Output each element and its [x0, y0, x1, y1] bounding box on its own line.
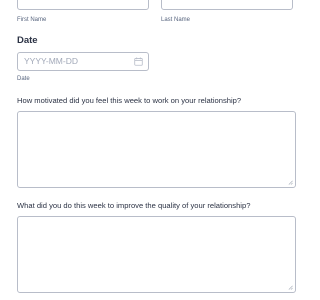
last-name-sublabel: Last Name [161, 17, 191, 23]
first-name-sublabel: First Name [17, 17, 47, 23]
first-name-input[interactable] [17, 0, 149, 10]
motivation-textarea[interactable] [17, 111, 296, 188]
date-sublabel: Date [17, 76, 30, 82]
date-placeholder: YYYY-MM-DD [24, 56, 78, 66]
question-improvement-label: What did you do this week to improve the… [17, 201, 251, 210]
improvement-textarea[interactable] [17, 216, 296, 293]
last-name-input[interactable] [161, 0, 293, 10]
question-motivation-label: How motivated did you feel this week to … [17, 96, 242, 105]
full-name-field: First Name Last Name [17, 0, 293, 26]
date-label: Date [17, 35, 38, 46]
calendar-icon[interactable] [134, 57, 143, 66]
date-input[interactable]: YYYY-MM-DD [17, 52, 149, 71]
resize-handle-icon[interactable] [288, 285, 293, 290]
resize-handle-icon[interactable] [288, 180, 293, 185]
